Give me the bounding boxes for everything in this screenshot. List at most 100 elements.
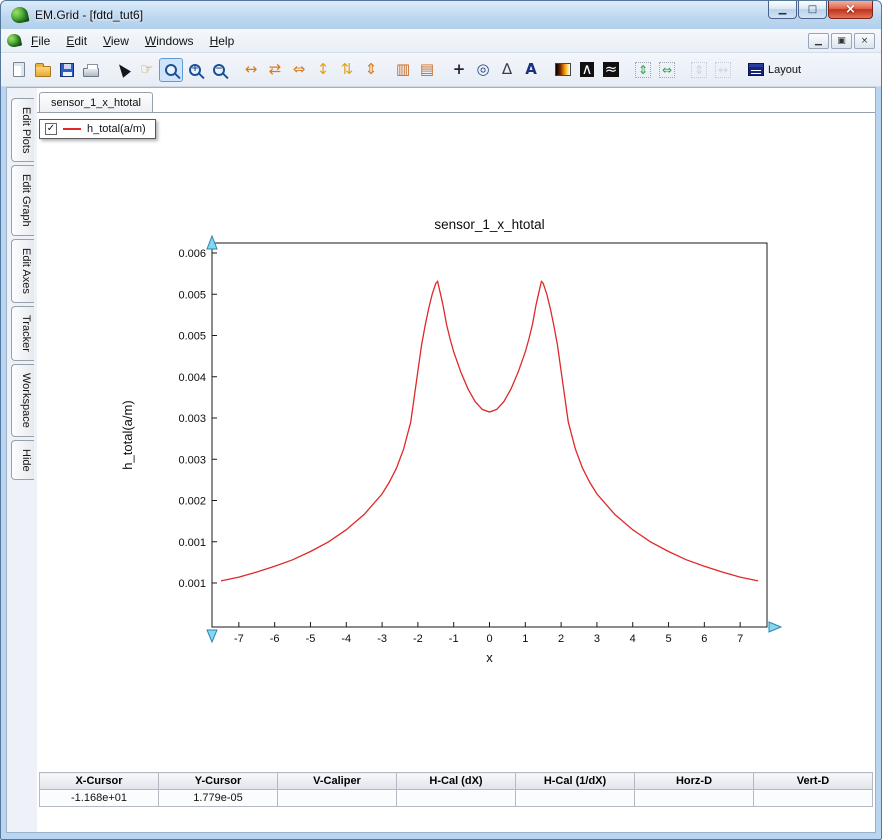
new-file-button[interactable] xyxy=(7,58,31,82)
crosshair-button[interactable]: + xyxy=(447,58,471,82)
toolbar-separator xyxy=(439,59,447,81)
sidebar-tab-hide[interactable]: Hide xyxy=(11,439,34,481)
menu-windows[interactable]: Windows xyxy=(137,31,202,51)
zoom-window-button[interactable] xyxy=(159,57,183,82)
y-tick-label: 0.005 xyxy=(178,331,206,343)
document-tab[interactable]: sensor_1_x_htotal xyxy=(39,92,153,112)
vertical-markers-icon: ▥ xyxy=(395,60,411,78)
toolbar-separator xyxy=(735,59,743,81)
sidebar-tab-workspace[interactable]: Workspace xyxy=(11,363,34,437)
tracker-button[interactable]: ◎ xyxy=(471,58,495,82)
axis-arrow-right-icon[interactable] xyxy=(768,621,783,633)
status-header-cell: Vert-D xyxy=(753,772,873,790)
y-tick-label: 0.001 xyxy=(178,537,206,549)
span-vertical-disabled-button: ⇕ xyxy=(687,58,711,82)
crosshair-icon: + xyxy=(452,60,466,78)
sidebar-tab-edit-plots[interactable]: Edit Plots xyxy=(11,98,34,163)
x-tick-label: 5 xyxy=(665,633,671,645)
toolbar-separator xyxy=(679,59,687,81)
y-tick-label: 0.001 xyxy=(178,578,206,590)
save-button[interactable] xyxy=(55,58,79,82)
horizontal-markers-button[interactable]: ▤ xyxy=(415,58,439,82)
status-header-cell: Horz-D xyxy=(634,772,754,790)
expand-y-icon: ↕ xyxy=(316,60,330,78)
zoom-out-button[interactable]: − xyxy=(207,58,231,82)
toolbar-separator xyxy=(231,59,239,81)
toolbar: ☞ + − ↔ ⇄ ⇔ ↕ ⇅ ⇕ ▥ ▤ + ◎ ∆ A ∧ ≈ ⇕ ⇔ ⇕ ↔ Layout xyxy=(1,53,881,87)
menubar: File Edit View Windows Help ▁ ▣ × xyxy=(1,29,881,53)
mdi-restore-button[interactable]: ▣ xyxy=(831,32,852,49)
maximize-button[interactable]: □ xyxy=(798,1,827,19)
y-tick-label: 0.004 xyxy=(178,372,206,384)
open-file-icon xyxy=(35,63,51,77)
document-logo-icon xyxy=(5,32,23,49)
toolbar-separator xyxy=(103,59,111,81)
text-annotation-icon: A xyxy=(525,60,537,78)
vertical-markers-button[interactable]: ▥ xyxy=(391,58,415,82)
series-line xyxy=(220,280,759,582)
close-button[interactable]: × xyxy=(828,1,873,19)
minimize-button[interactable]: ▁ xyxy=(768,1,797,19)
save-icon xyxy=(60,62,74,77)
x-tick-label: 3 xyxy=(594,633,600,645)
horizontal-markers-icon: ▤ xyxy=(419,60,435,78)
waveform-plot-button[interactable]: ≈ xyxy=(599,58,623,82)
layout-button[interactable]: Layout xyxy=(743,58,806,82)
menu-edit[interactable]: Edit xyxy=(58,31,95,51)
menu-help[interactable]: Help xyxy=(202,31,243,51)
sidebar-tab-edit-axes[interactable]: Edit Axes xyxy=(11,239,34,303)
sidebar-tab-edit-graph[interactable]: Edit Graph xyxy=(11,165,34,237)
status-value-cell xyxy=(277,789,397,807)
legend[interactable]: ✓ h_total(a/m) xyxy=(39,119,156,139)
status-value-cell: -1.168e+01 xyxy=(39,789,159,807)
open-file-button[interactable] xyxy=(31,58,55,82)
legend-line-sample xyxy=(63,128,81,130)
span-horizontal-disabled-button: ↔ xyxy=(711,58,735,82)
fft-plot-button[interactable]: ∧ xyxy=(575,58,599,82)
span-vertical-button[interactable]: ⇕ xyxy=(631,58,655,82)
compress-y-button[interactable]: ⇅ xyxy=(335,58,359,82)
plot-canvas[interactable]: ✓ h_total(a/m) sensor_1_x_htotal h_total(… xyxy=(37,112,875,762)
mdi-close-button[interactable]: × xyxy=(854,32,875,49)
sidebar: Edit Plots Edit Graph Edit Axes Tracker Work… xyxy=(7,88,37,832)
select-cursor-button[interactable] xyxy=(111,58,135,82)
expand-y-button[interactable]: ↕ xyxy=(311,58,335,82)
sidebar-tab-tracker[interactable]: Tracker xyxy=(11,305,34,361)
legend-label: h_total(a/m) xyxy=(87,123,146,135)
y-tick-label: 0.005 xyxy=(178,289,206,301)
fit-x-icon: ⇔ xyxy=(292,60,306,78)
legend-checkbox[interactable]: ✓ xyxy=(45,123,57,135)
expand-x-icon: ↔ xyxy=(244,60,258,78)
print-button[interactable] xyxy=(79,58,103,82)
colormap-icon xyxy=(555,63,571,76)
span-horizontal-button[interactable]: ⇔ xyxy=(655,58,679,82)
fit-x-button[interactable]: ⇔ xyxy=(287,58,311,82)
expand-x-button[interactable]: ↔ xyxy=(239,58,263,82)
fit-y-button[interactable]: ⇕ xyxy=(359,58,383,82)
x-tick-label: 2 xyxy=(558,633,564,645)
mdi-minimize-button[interactable]: ▁ xyxy=(808,32,829,49)
x-tick-label: -3 xyxy=(377,633,387,645)
chart-title: sensor_1_x_htotal xyxy=(434,217,544,232)
x-tick-label: 7 xyxy=(737,633,743,645)
app-logo-icon xyxy=(9,5,30,25)
status-header-cell: V-Caliper xyxy=(277,772,397,790)
caliper-button[interactable]: ∆ xyxy=(495,58,519,82)
plot-frame xyxy=(211,242,768,628)
x-tick-label: -5 xyxy=(306,633,316,645)
x-tick-label: 1 xyxy=(522,633,528,645)
chart-canvas[interactable]: sensor_1_x_htotal h_total(a/m)x 0.006 0.005… xyxy=(37,113,875,673)
colormap-button[interactable] xyxy=(551,58,575,82)
waveform-plot-icon: ≈ xyxy=(602,60,620,78)
text-annotation-button[interactable]: A xyxy=(519,58,543,82)
pan-hand-button[interactable]: ☞ xyxy=(135,58,159,82)
x-tick-label: -6 xyxy=(270,633,280,645)
zoom-in-button[interactable]: + xyxy=(183,58,207,82)
menu-view[interactable]: View xyxy=(95,31,137,51)
axis-arrow-bottom-icon[interactable] xyxy=(206,629,218,644)
caliper-icon: ∆ xyxy=(501,60,513,78)
layout-label: Layout xyxy=(768,63,802,76)
compress-x-button[interactable]: ⇄ xyxy=(263,58,287,82)
menu-file[interactable]: File xyxy=(23,31,58,51)
y-tick-label: 0.003 xyxy=(178,454,206,466)
